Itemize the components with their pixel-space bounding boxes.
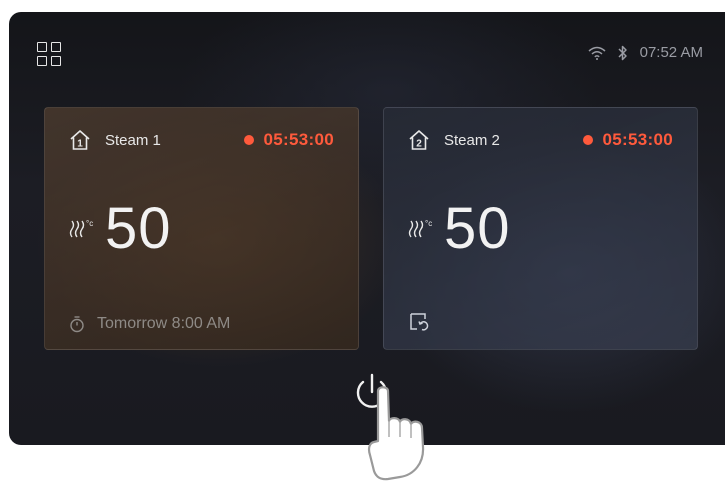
card-1-schedule: Tomorrow 8:00 AM — [97, 315, 231, 332]
status-bar: 07:52 AM — [588, 44, 703, 61]
card-2-name: Steam 2 — [444, 131, 500, 149]
steam-card-1[interactable]: 1 Steam 1 05:53:00 °c 50 Tomorrow 8:00 A… — [44, 107, 359, 350]
card-2-temperature: 50 — [444, 196, 511, 261]
recording-dot — [243, 135, 254, 145]
grid-menu-icon[interactable] — [37, 42, 61, 66]
card-1-name: Steam 1 — [105, 131, 161, 149]
steam-card-2[interactable]: 2 Steam 2 05:53:00 °c 50 — [383, 107, 698, 350]
steam-heat-icon: °c — [69, 219, 93, 238]
svg-text:°c: °c — [425, 219, 432, 228]
wifi-icon — [588, 46, 606, 60]
card-1-temperature: 50 — [105, 196, 172, 261]
water-refill-icon — [410, 313, 429, 331]
house-1-icon: 1 — [70, 130, 90, 150]
svg-text:°c: °c — [86, 219, 93, 228]
card-2-timer: 05:53:00 — [582, 130, 673, 150]
svg-text:2: 2 — [416, 139, 422, 150]
svg-text:1: 1 — [77, 139, 83, 150]
house-2-icon: 2 — [409, 130, 429, 150]
control-panel-screen: 07:52 AM 1 Steam 1 05:53:00 °c 50 Tomorr… — [9, 12, 725, 445]
card-1-timer: 05:53:00 — [243, 130, 334, 150]
clock-time: 07:52 AM — [639, 44, 703, 61]
bluetooth-icon — [618, 45, 627, 60]
card-1-footer: Tomorrow 8:00 AM — [69, 315, 230, 333]
steam-heat-icon: °c — [408, 219, 432, 238]
stopwatch-icon — [70, 316, 84, 333]
pointing-hand-icon — [367, 386, 425, 481]
card-1-timer-value: 05:53:00 — [263, 130, 334, 149]
card-2-timer-value: 05:53:00 — [602, 130, 673, 149]
card-2-footer — [408, 311, 442, 333]
recording-dot — [582, 135, 593, 145]
